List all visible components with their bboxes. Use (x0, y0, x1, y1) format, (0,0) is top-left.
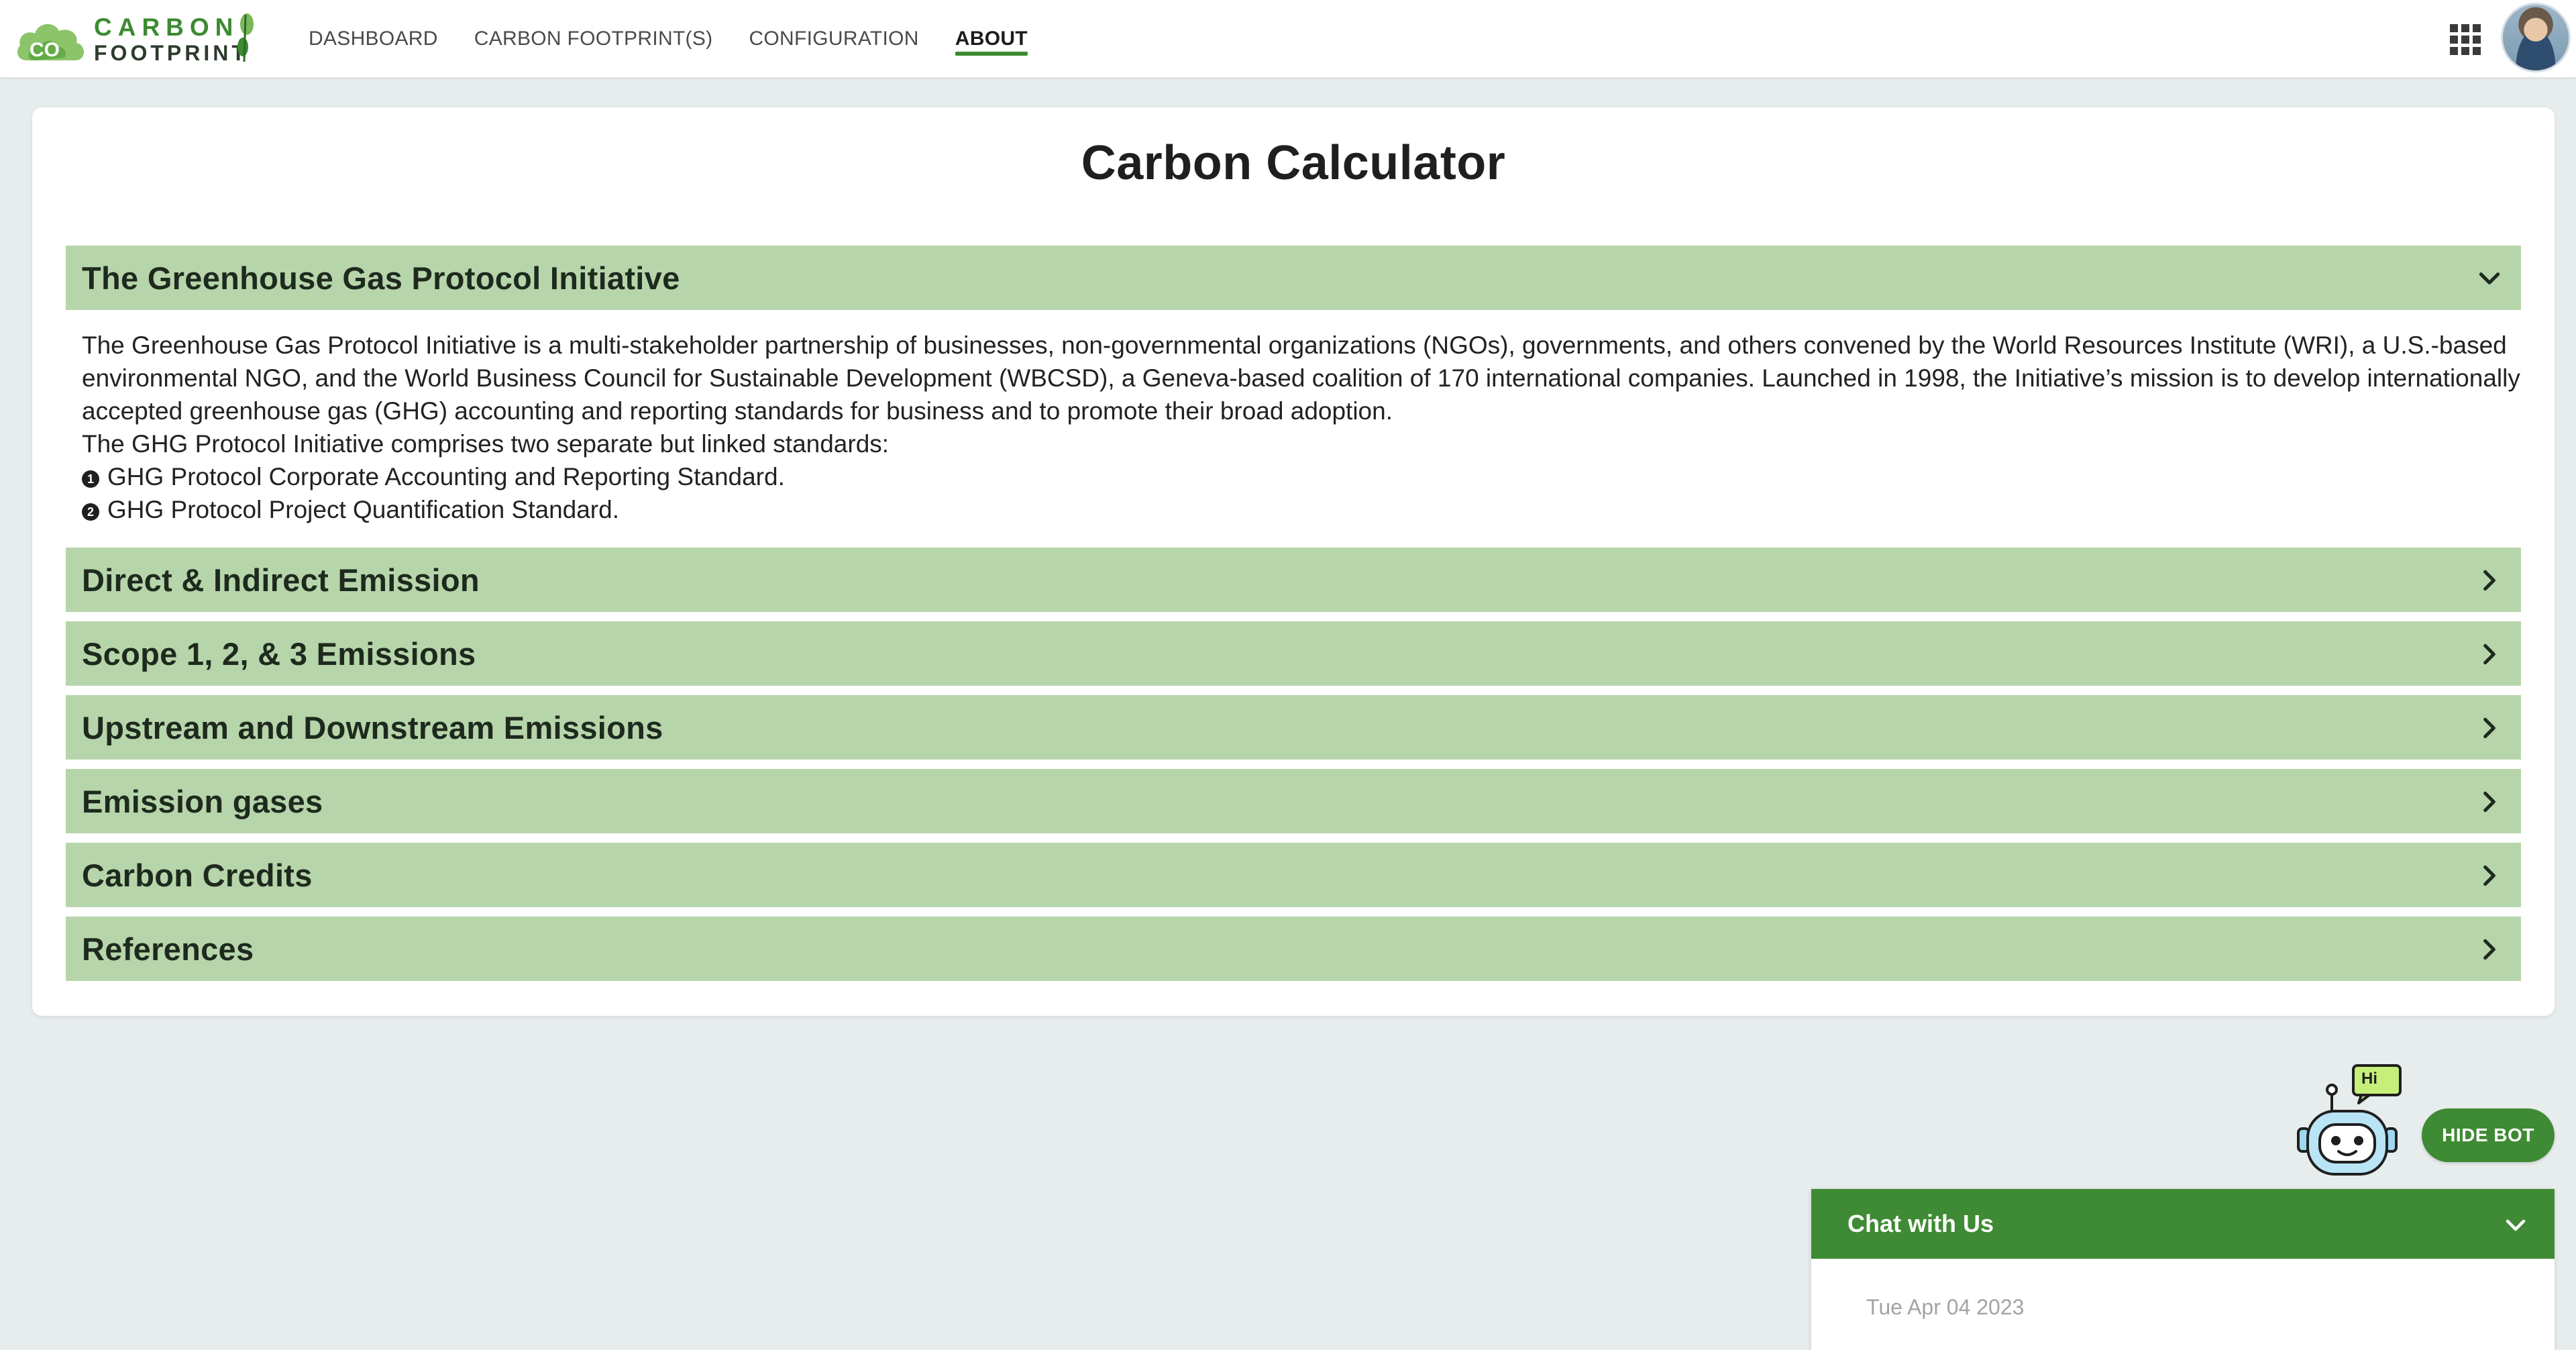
grid-apps-icon[interactable] (2450, 24, 2481, 55)
accordion-title: Upstream and Downstream Emissions (82, 709, 663, 745)
chevron-down-icon[interactable] (2504, 1213, 2528, 1237)
ghg-standard-item: 1 GHG Protocol Corporate Accounting and R… (82, 460, 2524, 493)
chat-panel: Chat with Us Tue Apr 04 2023 (1811, 1189, 2555, 1350)
accordion-title: Scope 1, 2, & 3 Emissions (82, 635, 476, 672)
about-card: Carbon Calculator The Greenhouse Gas Pro… (32, 107, 2555, 1016)
accordion-title: Direct & Indirect Emission (82, 562, 480, 598)
logo-line-1: CARBON (94, 13, 239, 41)
robot-icon (2297, 1064, 2402, 1176)
ghg-standard-item: 2 GHG Protocol Project Quantification Sta… (82, 493, 2524, 526)
accordion-title: Carbon Credits (82, 857, 313, 893)
top-navigation-bar: CO CARBON FOOTPRINT DASHBOARD CARBON FOO… (0, 0, 2576, 77)
hide-bot-button[interactable]: HIDE BOT (2422, 1108, 2555, 1162)
chat-bot-avatar[interactable]: Hi (2294, 1063, 2402, 1177)
accordion-title: The Greenhouse Gas Protocol Initiative (82, 260, 680, 296)
nav-configuration[interactable]: CONFIGURATION (749, 0, 918, 77)
number-1-bullet: 1 (82, 470, 99, 488)
accordion-carbon-credits[interactable]: Carbon Credits (66, 843, 2521, 907)
user-avatar[interactable] (2501, 3, 2571, 72)
page-title: Carbon Calculator (1081, 136, 1506, 190)
logo-line-2: FOOTPRINT (94, 41, 248, 65)
chevron-right-icon (2483, 939, 2496, 960)
chevron-right-icon (2483, 791, 2496, 813)
accordion-title: Emission gases (82, 783, 323, 819)
chevron-right-icon (2483, 643, 2496, 665)
accordion-scope-emissions[interactable]: Scope 1, 2, & 3 Emissions (66, 621, 2521, 686)
accordion-ghg-protocol[interactable]: The Greenhouse Gas Protocol Initiative (66, 246, 2521, 310)
main-nav: DASHBOARD CARBON FOOTPRINT(S) CONFIGURAT… (309, 0, 1064, 77)
number-2-bullet: 2 (82, 503, 99, 521)
accordion-direct-indirect[interactable]: Direct & Indirect Emission (66, 548, 2521, 612)
chevron-right-icon (2483, 717, 2496, 739)
footprint-leaf-icon (237, 13, 254, 62)
ghg-intro: The GHG Protocol Initiative comprises tw… (82, 430, 890, 458)
accordion-emission-gases[interactable]: Emission gases (66, 769, 2521, 833)
accordion-upstream-downstream[interactable]: Upstream and Downstream Emissions (66, 695, 2521, 760)
nav-carbon-footprints[interactable]: CARBON FOOTPRINT(S) (474, 0, 713, 77)
co2-badge: CO (30, 39, 60, 61)
accordion-references[interactable]: References (66, 917, 2521, 981)
carbon-footprint-logo[interactable]: CO CARBON FOOTPRINT (15, 9, 263, 66)
chat-header[interactable]: Chat with Us (1811, 1189, 2555, 1259)
accordion-title: References (82, 931, 254, 967)
chevron-right-icon (2483, 570, 2496, 591)
chevron-right-icon (2483, 865, 2496, 886)
nav-dashboard[interactable]: DASHBOARD (309, 0, 438, 77)
ghg-protocol-content: The Greenhouse Gas Protocol Initiative i… (82, 329, 2524, 526)
standard-text: GHG Protocol Project Quantification Stan… (107, 496, 619, 523)
standard-text: GHG Protocol Corporate Accounting and Re… (107, 463, 785, 490)
bot-greeting: Hi (2361, 1070, 2377, 1088)
chat-title: Chat with Us (1847, 1210, 1994, 1237)
ghg-paragraph: The Greenhouse Gas Protocol Initiative i… (82, 331, 2520, 425)
nav-about[interactable]: ABOUT (955, 0, 1028, 77)
chevron-down-icon (2479, 272, 2500, 284)
chat-date: Tue Apr 04 2023 (1866, 1295, 2025, 1319)
